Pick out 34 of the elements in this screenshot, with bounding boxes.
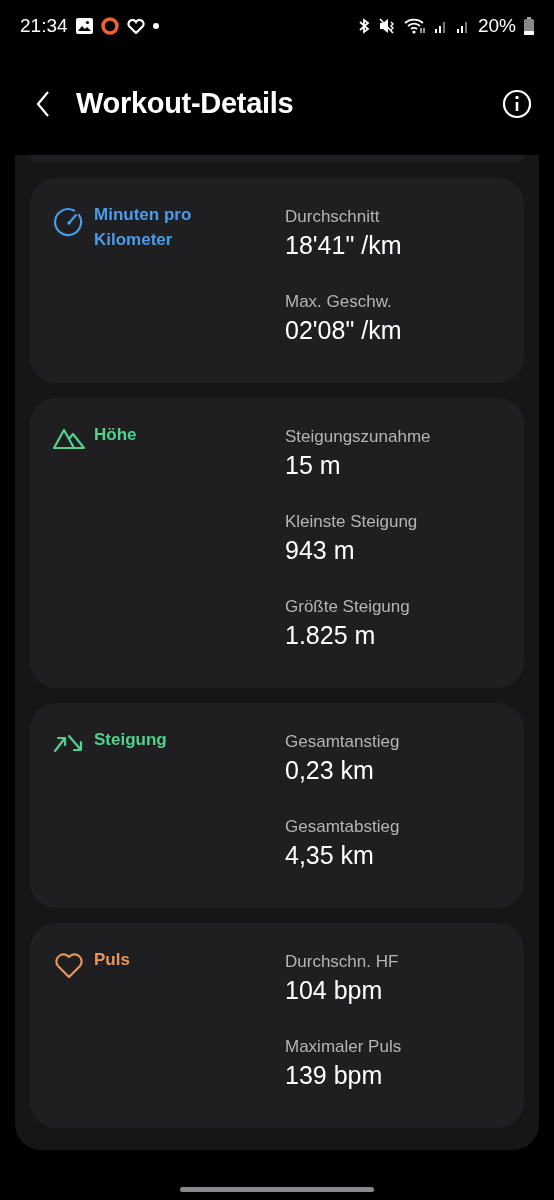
stat-label: Maximaler Puls [285, 1036, 403, 1058]
stat-label: Gesamtabstieg [285, 816, 401, 838]
stat-value: 1.825 m [285, 620, 377, 651]
stat-label: Steigungszunahme [285, 426, 432, 448]
stat-value: 18'41" /km [285, 230, 403, 261]
battery-percent: 20% [477, 13, 516, 38]
status-time: 21:34 [20, 13, 68, 38]
stat-label: Kleinste Steigung [285, 511, 419, 533]
stat-label: Max. Geschw. [285, 291, 393, 313]
section-title: Minuten pro Kilometer [94, 204, 193, 251]
wifi-icon [403, 18, 426, 34]
stat-value: 139 bpm [285, 1060, 384, 1091]
info-icon[interactable] [502, 88, 532, 119]
section-title: Steigung [94, 729, 167, 751]
stat-label: Größte Steigung [285, 596, 411, 618]
dot-icon [152, 23, 159, 29]
back-icon[interactable] [36, 90, 50, 117]
section-title: Puls [94, 949, 130, 971]
stat-value: 104 bpm [285, 975, 384, 1006]
mute-icon [378, 18, 396, 34]
page-title: Workout-Details [76, 85, 295, 121]
stat-value: 0,23 km [285, 755, 375, 786]
stat-label: Durchschn. HF [285, 951, 400, 973]
battery-icon [524, 17, 534, 35]
stat-value: 15 m [285, 450, 342, 481]
stat-value: 4,35 km [285, 840, 375, 871]
section-title: Höhe [94, 424, 137, 446]
stat-value: 943 m [285, 535, 356, 566]
stat-label: Gesamtanstieg [285, 731, 401, 753]
stat-value: 02'08" /km [285, 315, 403, 346]
ring-icon [100, 17, 119, 35]
gallery-icon [75, 18, 93, 34]
stat-label: Durchschnitt [285, 206, 381, 228]
heart-icon [126, 18, 145, 34]
